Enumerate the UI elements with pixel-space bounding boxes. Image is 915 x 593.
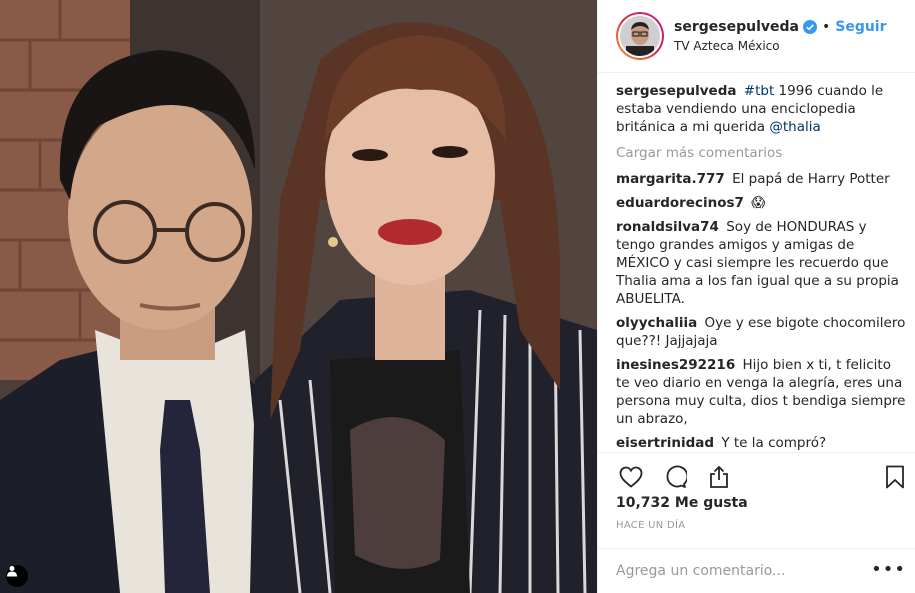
avatar-image	[620, 16, 660, 56]
caption-hashtag[interactable]: #tbt	[744, 83, 774, 99]
comment-text: 😱	[751, 195, 766, 211]
like-button[interactable]	[616, 462, 646, 492]
caption: sergesepulveda #tbt 1996 cuando le estab…	[616, 82, 906, 136]
photo-illustration	[0, 0, 597, 593]
caption-username[interactable]: sergesepulveda	[616, 83, 737, 99]
comment-username[interactable]: margarita.777	[616, 171, 725, 187]
comment-item: margarita.777 El papá de Harry Potter	[616, 170, 906, 188]
comment-item: eduardorecinos7 😱	[616, 194, 906, 212]
add-comment-input[interactable]	[616, 563, 856, 579]
comment-username[interactable]: eduardorecinos7	[616, 195, 744, 211]
post-username[interactable]: sergesepulveda	[674, 19, 799, 35]
caption-mention[interactable]: @thalia	[769, 119, 820, 135]
likes-count[interactable]: 10,732 Me gusta	[616, 495, 748, 511]
comment-item: eisertrinidad Y te la compró?	[616, 434, 906, 452]
post-timestamp[interactable]: HACE UN DÍA	[616, 520, 685, 531]
bookmark-icon	[886, 465, 904, 489]
post-header: sergesepulveda • Seguir TV Azteca México	[598, 0, 915, 73]
comment-text: El papá de Harry Potter	[732, 171, 890, 187]
comment-username[interactable]: inesines292216	[616, 357, 735, 373]
comment-item: ronaldsilva74 Soy de HONDURAS y tengo gr…	[616, 218, 906, 308]
save-button[interactable]	[880, 462, 910, 492]
comments-list: sergesepulveda #tbt 1996 cuando le estab…	[616, 82, 906, 454]
load-more-comments-button[interactable]: Cargar más comentarios	[616, 145, 906, 161]
more-options-icon[interactable]: •••	[871, 559, 906, 580]
verified-badge-icon	[802, 20, 817, 34]
instagram-post: sergesepulveda • Seguir TV Azteca México…	[0, 0, 915, 593]
follow-button[interactable]: Seguir	[835, 19, 886, 35]
post-side-panel: sergesepulveda • Seguir TV Azteca México…	[597, 0, 915, 593]
comment-username[interactable]: eisertrinidad	[616, 435, 714, 451]
comment-username[interactable]: olyychaliia	[616, 315, 697, 331]
comment-text: Y te la compró?	[721, 435, 827, 451]
post-actions: 10,732 Me gusta HACE UN DÍA	[598, 452, 915, 548]
post-location[interactable]: TV Azteca México	[674, 39, 887, 53]
comment-item: inesines292216 Hijo bien x ti, t felicit…	[616, 356, 906, 428]
add-comment-bar: •••	[598, 548, 915, 593]
comment-username[interactable]: ronaldsilva74	[616, 219, 719, 235]
share-icon	[710, 465, 728, 488]
avatar[interactable]	[616, 12, 664, 60]
post-photo[interactable]	[0, 0, 597, 593]
separator-dot: •	[821, 19, 831, 35]
heart-icon	[619, 466, 643, 488]
comment-item: olyychaliia Oye y ese bigote chocomilero…	[616, 314, 906, 350]
share-button[interactable]	[704, 462, 734, 492]
comment-icon	[666, 465, 687, 488]
comment-button[interactable]	[660, 462, 690, 492]
person-tag-icon[interactable]	[6, 565, 28, 587]
